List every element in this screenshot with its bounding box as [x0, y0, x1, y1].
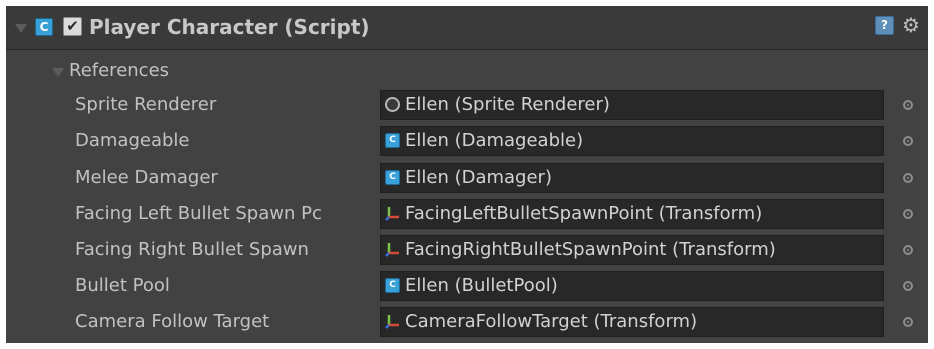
property-label-melee-damager: Melee Damager: [75, 167, 218, 188]
transform-icon: [385, 241, 401, 257]
object-field-value: Ellen (Damager): [405, 167, 552, 188]
sprite-renderer-icon: [385, 97, 400, 112]
object-field-value: FacingRightBulletSpawnPoint (Transform): [405, 239, 776, 260]
property-label-sprite-renderer: Sprite Renderer: [75, 94, 217, 115]
object-field-bullet-pool[interactable]: C Ellen (BulletPool): [380, 271, 884, 301]
object-picker-icon[interactable]: [903, 317, 913, 327]
object-field-melee-damager[interactable]: C Ellen (Damager): [380, 163, 884, 193]
object-field-damageable[interactable]: C Ellen (Damageable): [380, 126, 884, 156]
property-label-facing-left-bullet-spawn: Facing Left Bullet Spawn Pc: [75, 203, 322, 224]
object-field-value: Ellen (Damageable): [405, 130, 584, 151]
property-label-facing-right-bullet-spawn: Facing Right Bullet Spawn: [75, 239, 309, 260]
transform-icon: [385, 313, 401, 329]
component-header[interactable]: C ✔ Player Character (Script) ? ⚙: [6, 6, 928, 50]
references-foldout-arrow-icon[interactable]: [52, 68, 64, 77]
script-icon: C: [385, 133, 400, 148]
object-field-facing-left-bullet-spawn[interactable]: FacingLeftBulletSpawnPoint (Transform): [380, 199, 884, 229]
object-field-value: FacingLeftBulletSpawnPoint (Transform): [405, 203, 763, 224]
object-field-sprite-renderer[interactable]: Ellen (Sprite Renderer): [380, 90, 884, 120]
object-field-facing-right-bullet-spawn[interactable]: FacingRightBulletSpawnPoint (Transform): [380, 235, 884, 265]
object-field-value: CameraFollowTarget (Transform): [405, 311, 698, 332]
component-title: Player Character (Script): [89, 15, 370, 39]
property-label-camera-follow-target: Camera Follow Target: [75, 311, 270, 332]
property-label-bullet-pool: Bullet Pool: [75, 275, 170, 296]
object-field-camera-follow-target[interactable]: CameraFollowTarget (Transform): [380, 307, 884, 337]
header-foldout-arrow-icon[interactable]: [15, 24, 27, 33]
inspector-panel: C ✔ Player Character (Script) ? ⚙ Refere…: [6, 6, 928, 343]
object-field-value: Ellen (Sprite Renderer): [405, 94, 610, 115]
script-icon: C: [385, 278, 400, 293]
transform-icon: [385, 205, 401, 221]
help-icon[interactable]: ?: [875, 16, 894, 35]
object-picker-icon[interactable]: [903, 281, 913, 291]
script-icon: C: [385, 170, 400, 185]
references-label: References: [69, 60, 170, 81]
property-label-damageable: Damageable: [75, 130, 190, 151]
component-enabled-checkbox[interactable]: ✔: [63, 17, 82, 36]
object-picker-icon[interactable]: [903, 245, 913, 255]
object-field-value: Ellen (BulletPool): [405, 275, 558, 296]
object-picker-icon[interactable]: [903, 100, 913, 110]
gear-icon[interactable]: ⚙: [902, 13, 920, 37]
component-script-icon: C: [35, 18, 53, 36]
object-picker-icon[interactable]: [903, 209, 913, 219]
object-picker-icon[interactable]: [903, 173, 913, 183]
object-picker-icon[interactable]: [903, 136, 913, 146]
